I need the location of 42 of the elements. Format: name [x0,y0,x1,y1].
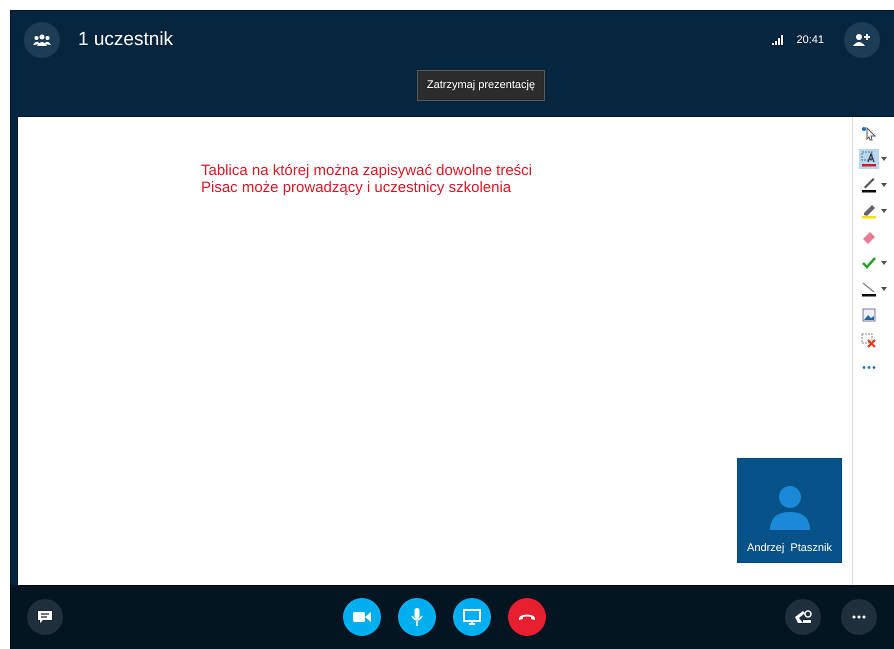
ellipsis-icon [852,615,866,619]
people-icon [33,34,51,46]
participant-name: Andrzej Ptasznik [747,541,832,556]
video-button[interactable] [342,598,380,636]
caret-icon[interactable] [881,209,887,213]
caret-icon[interactable] [881,183,887,187]
add-person-button[interactable] [844,22,880,58]
whiteboard-tool-button[interactable] [859,175,879,195]
highlighter-icon [861,203,877,219]
call-controls-button[interactable] [785,599,821,635]
image-icon [861,307,877,323]
caret-icon[interactable] [881,261,887,265]
signal-icon [772,35,784,45]
participant-count: 1 uczestnik [78,28,174,52]
share-screen-button[interactable] [452,598,490,636]
phone-icon [518,613,536,621]
monitor-icon [462,609,480,625]
hang-up-button[interactable] [508,598,546,636]
chat-button[interactable] [27,599,63,635]
whiteboard-text: Tablica na której można zapisywać dowolne treści [201,162,533,179]
text-tool-icon [861,151,877,167]
phone-dialpad-icon [794,610,812,624]
pointer-icon [861,125,877,141]
whiteboard-text: Pisac może prowadzący i uczestnicy szkolenia [201,179,512,196]
add-person-icon [853,33,871,47]
caret-icon[interactable] [881,287,887,291]
checkmark-icon [861,255,877,271]
clock-time: 20:41 [796,32,824,48]
whiteboard-tool-button[interactable] [859,149,879,169]
video-camera-icon [352,611,370,623]
microphone-icon [410,608,422,626]
pen-icon [861,177,877,193]
eraser-icon [861,229,877,245]
line-tool-icon [861,281,877,297]
more-icon [862,366,876,368]
caret-icon[interactable] [881,157,887,161]
clear-icon [861,333,877,349]
chat-icon [37,610,53,624]
microphone-button[interactable] [398,598,436,636]
person-silhouette-icon [770,485,810,530]
participants-button[interactable] [24,22,60,58]
tooltip: Zatrzymaj prezentację [416,70,546,100]
